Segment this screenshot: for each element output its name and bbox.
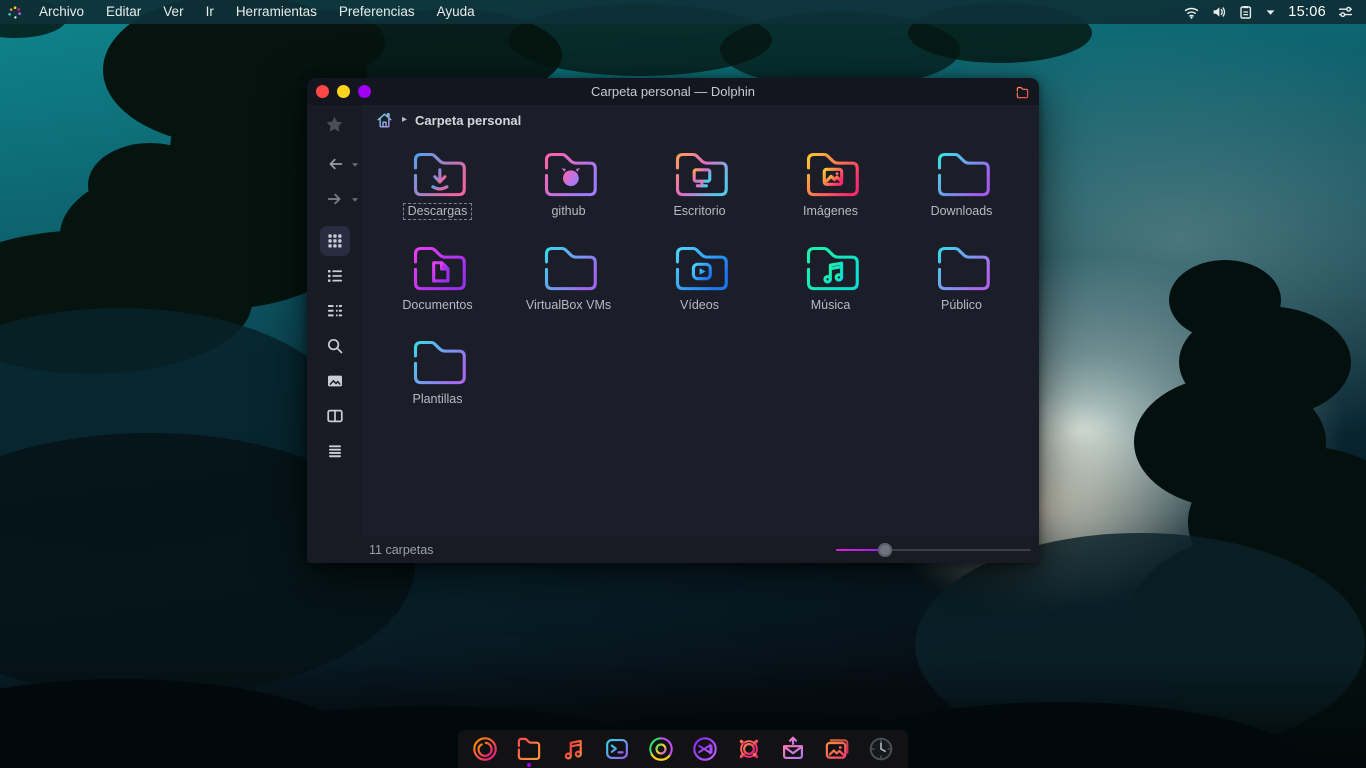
distro-logo-icon[interactable] — [7, 5, 22, 20]
folder-item-imagenes[interactable]: Imágenes — [765, 147, 896, 241]
firefox-icon[interactable] — [470, 734, 500, 764]
folder-item-downloads[interactable]: Downloads — [896, 147, 1027, 241]
view-compact-icon[interactable] — [320, 296, 350, 326]
menu-icon[interactable] — [320, 436, 350, 466]
folder-item-documentos[interactable]: Documentos — [372, 241, 503, 335]
view-list-icon[interactable] — [320, 261, 350, 291]
folder-item-videos[interactable]: Vídeos — [634, 241, 765, 335]
folder-item-plantillas[interactable]: Plantillas — [372, 335, 503, 429]
running-indicator — [527, 763, 531, 767]
settings-gear-icon[interactable] — [734, 734, 764, 764]
photos-icon[interactable] — [822, 734, 852, 764]
folder-label: Vídeos — [680, 298, 719, 312]
folder-label: Música — [810, 298, 851, 312]
statusbar: 11 carpetas — [307, 536, 1039, 563]
mail-share-icon[interactable] — [778, 734, 808, 764]
menubar-items: Archivo Editar Ver Ir Herramientas Preferenci… — [28, 0, 486, 24]
menu-ayuda[interactable]: Ayuda — [426, 0, 486, 24]
home-icon[interactable] — [375, 111, 394, 129]
folder-label: Público — [941, 298, 982, 312]
folder-label: Documentos — [402, 298, 473, 312]
music-app-icon[interactable] — [558, 734, 588, 764]
window-controls — [307, 85, 371, 98]
dolphin-folder-icon — [1015, 85, 1039, 99]
folder-item-escritorio[interactable]: Escritorio — [634, 147, 765, 241]
clock-icon[interactable] — [866, 734, 896, 764]
folder-item-virtualbox-vms[interactable]: VirtualBox VMs — [503, 241, 634, 335]
volume-icon[interactable] — [1211, 4, 1227, 20]
dock — [458, 730, 908, 768]
menu-preferencias[interactable]: Preferencias — [328, 0, 426, 24]
wifi-icon[interactable] — [1183, 4, 1200, 20]
folder-item-github[interactable]: github — [503, 147, 634, 241]
caret-down-icon[interactable] — [1264, 6, 1277, 19]
split-view-icon[interactable] — [320, 401, 350, 431]
breadcrumb-current[interactable]: Carpeta personal — [415, 113, 521, 128]
slider-handle[interactable] — [877, 542, 892, 557]
folder-item-musica[interactable]: Música — [765, 241, 896, 335]
nav-forward-icon[interactable] — [320, 184, 358, 214]
window-maximize-button[interactable] — [358, 85, 371, 98]
system-tray: 15:06 — [1183, 4, 1366, 20]
folder-label: github — [551, 204, 586, 218]
view-grid-icon[interactable] — [319, 226, 350, 256]
breadcrumb: ▸ Carpeta personal — [362, 105, 1039, 135]
breadcrumb-separator-icon: ▸ — [402, 114, 408, 125]
folder-item-descargas[interactable]: Descargas — [372, 147, 503, 241]
zoom-slider[interactable] — [836, 542, 1031, 557]
folder-label: Escritorio — [673, 204, 726, 218]
dolphin-window: Carpeta personal — Dolphin ▸ Carpeta per… — [307, 78, 1039, 563]
menu-ver[interactable]: Ver — [152, 0, 194, 24]
nav-back-icon[interactable] — [320, 149, 358, 179]
window-close-button[interactable] — [316, 85, 329, 98]
folder-label: Descargas — [402, 203, 473, 220]
menu-ir[interactable]: Ir — [195, 0, 225, 24]
bookmark-star-icon[interactable] — [320, 109, 350, 139]
folder-item-publico[interactable]: Público — [896, 241, 1027, 335]
folder-label: Plantillas — [412, 392, 463, 406]
file-manager-icon[interactable] — [514, 734, 544, 767]
clock-time[interactable]: 15:06 — [1288, 4, 1326, 20]
terminal-icon[interactable] — [602, 734, 632, 764]
menu-editar[interactable]: Editar — [95, 0, 152, 24]
window-title: Carpeta personal — Dolphin — [590, 84, 756, 99]
vscode-icon[interactable] — [690, 734, 720, 764]
folder-label: Imágenes — [803, 204, 858, 218]
status-text: 11 carpetas — [369, 542, 434, 557]
global-menubar: Archivo Editar Ver Ir Herramientas Preferenci… — [0, 0, 1366, 24]
search-icon[interactable] — [320, 331, 350, 361]
folder-label: VirtualBox VMs — [525, 298, 612, 312]
chrome-icon[interactable] — [646, 734, 676, 764]
window-minimize-button[interactable] — [337, 85, 350, 98]
clipboard-icon[interactable] — [1238, 4, 1253, 20]
titlebar[interactable]: Carpeta personal — Dolphin — [307, 78, 1039, 105]
folder-grid: Descargas github Escritorio Imágenes Dow… — [362, 135, 1039, 536]
folder-label: Downloads — [930, 204, 993, 218]
preview-icon[interactable] — [320, 366, 350, 396]
sidebar — [307, 105, 362, 536]
tray-settings-icon[interactable] — [1337, 4, 1354, 20]
slider-fill — [836, 548, 883, 551]
menu-herramientas[interactable]: Herramientas — [225, 0, 328, 24]
menu-archivo[interactable]: Archivo — [28, 0, 95, 24]
